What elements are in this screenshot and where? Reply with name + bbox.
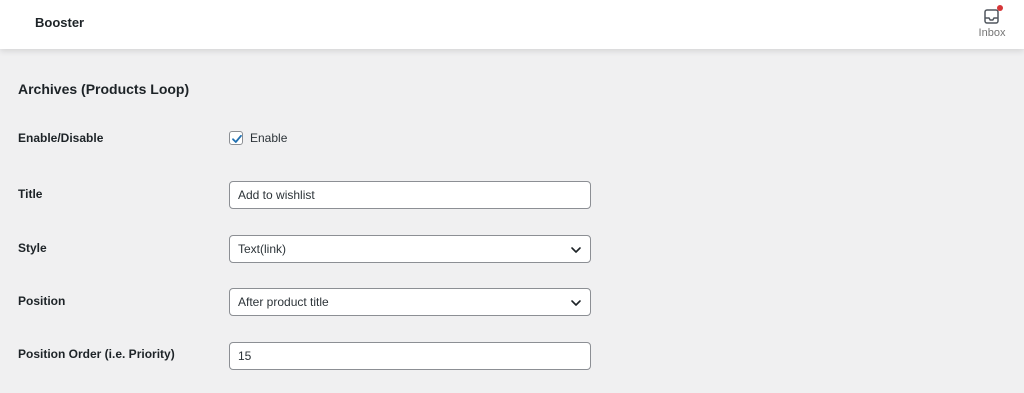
chevron-down-icon (571, 300, 581, 306)
checkmark-icon (232, 134, 242, 143)
enable-checkbox[interactable] (229, 131, 243, 145)
chevron-down-icon (571, 247, 581, 253)
inbox-label: Inbox (978, 27, 1006, 39)
style-select-value: Text(link) (238, 242, 287, 256)
enable-disable-label: Enable/Disable (18, 131, 104, 145)
section-title: Archives (Products Loop) (18, 81, 190, 97)
style-label: Style (18, 241, 47, 255)
inbox-button[interactable]: Inbox (975, 5, 1009, 42)
inbox-icon (983, 5, 1003, 26)
position-select-value: After product title (238, 295, 329, 309)
enable-checkbox-control[interactable]: Enable (229, 131, 287, 145)
enable-checkbox-label: Enable (250, 131, 288, 145)
notification-dot (997, 5, 1003, 11)
position-order-input[interactable] (229, 342, 591, 370)
top-bar: Booster Inbox (0, 0, 1024, 49)
position-label: Position (18, 294, 66, 308)
style-select[interactable]: Text(link) (229, 235, 591, 263)
app-title: Booster (35, 15, 85, 30)
title-input[interactable] (229, 181, 591, 209)
position-select[interactable]: After product title (229, 288, 591, 316)
position-order-label: Position Order (i.e. Priority) (18, 347, 175, 361)
title-label: Title (18, 187, 43, 201)
